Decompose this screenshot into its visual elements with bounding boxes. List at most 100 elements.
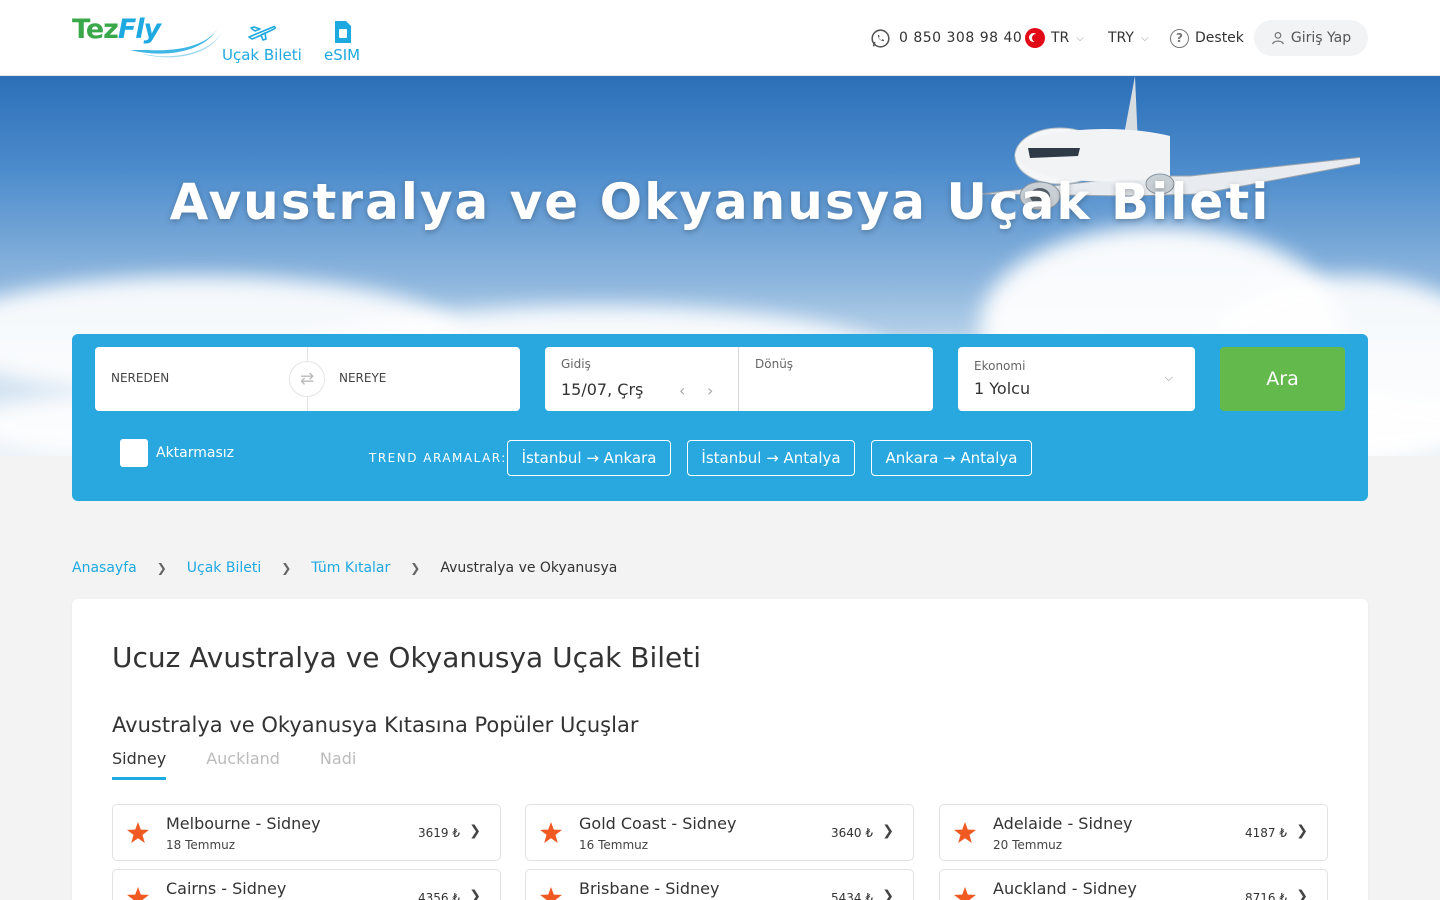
logo-text-tez: Tez: [72, 14, 119, 45]
trend-chip-istanbul-ankara[interactable]: İstanbul → Ankara: [507, 440, 671, 476]
swap-route-button[interactable]: ⇄: [289, 361, 325, 397]
chevron-down-icon: ⌵: [1164, 371, 1173, 384]
star-icon: [127, 887, 149, 900]
whatsapp-icon: [871, 28, 890, 48]
swap-icon: ⇄: [299, 369, 315, 389]
chevron-right-icon: ❯: [882, 888, 894, 900]
chevron-left-icon[interactable]: ‹: [679, 381, 685, 400]
trend-chip-ankara-antalya[interactable]: Ankara → Antalya: [871, 440, 1032, 476]
nav-esim-label: eSIM: [324, 46, 361, 64]
tab-sidney[interactable]: Sidney: [112, 749, 167, 780]
page-title: Ucuz Avustralya ve Okyanusya Uçak Bileti: [112, 641, 702, 674]
flight-price: 4187 ₺: [1245, 826, 1287, 840]
flight-card[interactable]: Brisbane - Sidney 5434 ₺ ❯: [525, 869, 914, 900]
language-selector[interactable]: TR ⌵: [1025, 20, 1084, 56]
chevron-right-icon: ❯: [1296, 888, 1308, 900]
depart-date-input[interactable]: 15/07, Çrş: [561, 380, 643, 399]
flight-search-panel: NEREDEN ⇄ NEREYE Gidiş 15/07, Çrş ‹ › Dö…: [72, 334, 1368, 501]
section-title: Avustralya ve Okyanusya Kıtasına Popüler…: [112, 713, 639, 737]
star-icon: [954, 887, 976, 900]
user-icon: [1272, 31, 1284, 45]
breadcrumb: Anasayfa ❯ Uçak Bileti ❯ Tüm Kıtalar ❯ A…: [72, 560, 617, 576]
flight-price: 8716 ₺: [1245, 891, 1287, 900]
sim-card-icon: [332, 20, 352, 44]
star-icon: [540, 822, 562, 843]
breadcrumb-all-continents[interactable]: Tüm Kıtalar: [311, 560, 390, 576]
language-value: TR: [1051, 30, 1070, 46]
flight-date: 20 Temmuz: [993, 838, 1063, 852]
plane-icon: [247, 20, 277, 44]
login-label: Giriş Yap: [1290, 30, 1352, 46]
chevron-right-icon: ❯: [882, 823, 894, 839]
depart-label: Gidiş: [561, 357, 591, 371]
passenger-count: 1 Yolcu: [974, 379, 1031, 398]
phone-contact[interactable]: 0 850 308 98 40: [870, 20, 1022, 56]
chevron-down-icon: ⌵: [1140, 32, 1149, 44]
breadcrumb-current: Avustralya ve Okyanusya: [440, 560, 618, 576]
trend-chip-istanbul-antalya[interactable]: İstanbul → Antalya: [687, 440, 855, 476]
flight-route: Brisbane - Sidney: [579, 879, 720, 898]
star-icon: [127, 822, 149, 843]
flight-price: 3640 ₺: [831, 826, 873, 840]
top-header: TezFly Uçak Bileti eSIM 0 850 308 98 40 …: [0, 0, 1440, 76]
breadcrumb-flight-tickets[interactable]: Uçak Bileti: [187, 560, 261, 576]
chevron-right-icon: ❯: [1296, 823, 1308, 839]
nav-flight-tickets[interactable]: Uçak Bileti: [222, 20, 302, 64]
tab-auckland[interactable]: Auckland: [206, 749, 280, 780]
flight-price: 3619 ₺: [418, 826, 460, 840]
chevron-right-icon: ❯: [469, 823, 481, 839]
cabin-class-label: Ekonomi: [974, 359, 1026, 373]
search-button[interactable]: Ara: [1220, 347, 1345, 411]
tezfly-logo[interactable]: TezFly: [72, 14, 224, 62]
city-tabs: Sidney Auckland Nadi: [112, 749, 396, 780]
return-label: Dönüş: [755, 357, 794, 371]
flight-route: Cairns - Sidney: [166, 879, 287, 898]
flight-route: Adelaide - Sidney: [993, 814, 1133, 833]
support-label: Destek: [1195, 30, 1244, 46]
login-button[interactable]: Giriş Yap: [1254, 20, 1368, 56]
direct-flights-checkbox[interactable]: Aktarmasız: [120, 439, 234, 467]
origin-input[interactable]: NEREDEN: [111, 371, 169, 385]
tab-nadi[interactable]: Nadi: [320, 749, 356, 780]
nav-flight-label: Uçak Bileti: [222, 46, 302, 64]
currency-value: TRY: [1108, 30, 1134, 46]
passenger-selector[interactable]: Ekonomi 1 Yolcu ⌵: [958, 347, 1195, 411]
breadcrumb-home[interactable]: Anasayfa: [72, 560, 137, 576]
support-link[interactable]: ? Destek: [1170, 20, 1244, 56]
flight-date: 18 Temmuz: [166, 838, 236, 852]
flight-price: 5434 ₺: [831, 891, 873, 900]
checkbox-box[interactable]: [120, 439, 148, 467]
flight-card[interactable]: Cairns - Sidney 4356 ₺ ❯: [112, 869, 501, 900]
flight-price: 4356 ₺: [418, 891, 460, 900]
currency-selector[interactable]: TRY ⌵: [1108, 20, 1149, 56]
star-icon: [954, 822, 976, 843]
star-icon: [540, 887, 562, 900]
date-field: Gidiş 15/07, Çrş ‹ › Dönüş: [545, 347, 933, 411]
phone-number: 0 850 308 98 40: [899, 30, 1023, 46]
help-icon: ?: [1170, 28, 1189, 48]
flight-card[interactable]: Auckland - Sidney 8716 ₺ ❯: [939, 869, 1328, 900]
destination-input[interactable]: NEREYE: [339, 371, 386, 385]
flight-date: 16 Temmuz: [579, 838, 649, 852]
content-card: Ucuz Avustralya ve Okyanusya Uçak Bileti…: [72, 599, 1368, 900]
hero-title: Avustralya ve Okyanusya Uçak Bileti: [169, 173, 1271, 231]
nav-esim[interactable]: eSIM: [324, 20, 360, 64]
chevron-right-icon: ❯: [156, 561, 167, 575]
flight-card[interactable]: Gold Coast - Sidney 16 Temmuz 3640 ₺ ❯: [525, 804, 914, 861]
date-divider: [738, 347, 739, 411]
flight-route: Melbourne - Sidney: [166, 814, 321, 833]
chevron-right-icon: ❯: [281, 561, 292, 575]
logo-text-fly: Fly: [117, 14, 161, 45]
chevron-right-icon: ❯: [469, 888, 481, 900]
flight-card[interactable]: Adelaide - Sidney 20 Temmuz 4187 ₺ ❯: [939, 804, 1328, 861]
direct-flights-label: Aktarmasız: [156, 445, 235, 461]
chevron-down-icon: ⌵: [1076, 32, 1084, 44]
flight-route: Auckland - Sidney: [993, 879, 1137, 898]
flight-card[interactable]: Melbourne - Sidney 18 Temmuz 3619 ₺ ❯: [112, 804, 501, 861]
turkey-flag-icon: [1025, 28, 1045, 48]
flight-route: Gold Coast - Sidney: [579, 814, 737, 833]
chevron-right-icon[interactable]: ›: [707, 381, 713, 400]
trend-searches-label: TREND ARAMALAR:: [369, 451, 507, 465]
route-field: NEREDEN ⇄ NEREYE: [95, 347, 520, 411]
chevron-right-icon: ❯: [410, 561, 421, 575]
